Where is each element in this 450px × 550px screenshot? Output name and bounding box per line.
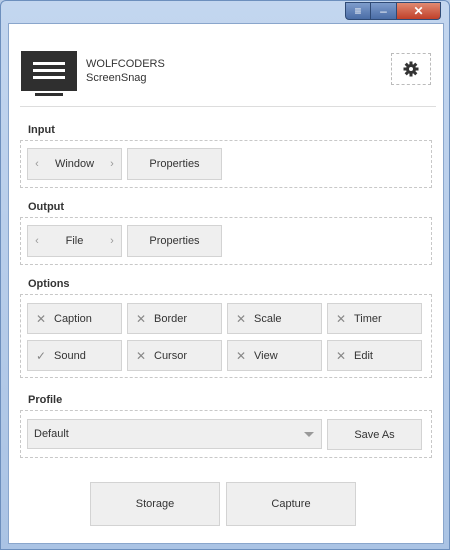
option-label: Caption <box>54 312 92 325</box>
input-properties-button[interactable]: Properties <box>127 148 222 180</box>
brand: WOLFCODERS ScreenSnag <box>86 57 165 85</box>
menu-icon[interactable]: ≡ <box>345 2 371 20</box>
app-window: ≡ – ✕ WOLFCODERS ScreenSnag Input ‹ Wind… <box>0 0 450 550</box>
option-border[interactable]: ✕ Border <box>127 303 222 334</box>
input-source-selector[interactable]: ‹ Window › <box>27 148 122 180</box>
option-view[interactable]: ✕ View <box>227 340 322 371</box>
chevron-right-icon[interactable]: › <box>105 226 119 256</box>
unchecked-x-icon: ✕ <box>136 348 147 363</box>
unchecked-x-icon: ✕ <box>236 348 247 363</box>
input-source-value: Window <box>54 158 95 170</box>
option-timer[interactable]: ✕ Timer <box>327 303 422 334</box>
capture-button[interactable]: Capture <box>226 482 356 526</box>
options-section-label: Options <box>28 278 70 290</box>
unchecked-x-icon: ✕ <box>36 311 47 326</box>
option-edit[interactable]: ✕ Edit <box>327 340 422 371</box>
output-target-value: File <box>65 235 84 247</box>
profile-dropdown[interactable]: Default <box>27 419 322 449</box>
checkmark-icon: ✓ <box>36 348 47 363</box>
unchecked-x-icon: ✕ <box>336 348 347 363</box>
option-label: Scale <box>254 312 282 325</box>
option-cursor[interactable]: ✕ Cursor <box>127 340 222 371</box>
minimize-icon[interactable]: – <box>371 2 397 20</box>
option-label: Cursor <box>154 349 188 362</box>
output-properties-button[interactable]: Properties <box>127 225 222 257</box>
gear-icon <box>403 61 419 77</box>
option-label: View <box>254 349 278 362</box>
output-section-label: Output <box>28 201 65 213</box>
unchecked-x-icon: ✕ <box>136 311 147 326</box>
option-label: Timer <box>354 312 382 325</box>
storage-button[interactable]: Storage <box>90 482 220 526</box>
settings-button[interactable] <box>391 53 431 85</box>
input-group: ‹ Window › Properties <box>20 140 432 188</box>
input-section-label: Input <box>28 124 55 136</box>
product-name: ScreenSnag <box>86 72 147 84</box>
profile-dropdown-value: Default <box>34 428 69 440</box>
monitor-icon <box>21 51 77 96</box>
chevron-right-icon[interactable]: › <box>105 149 119 179</box>
chevron-left-icon[interactable]: ‹ <box>30 226 44 256</box>
option-label: Edit <box>354 349 373 362</box>
save-as-button[interactable]: Save As <box>327 419 422 450</box>
chevron-down-icon <box>304 432 314 437</box>
close-icon[interactable]: ✕ <box>397 2 441 20</box>
chevron-left-icon[interactable]: ‹ <box>30 149 44 179</box>
options-group: ✕ Caption ✕ Border ✕ Scale ✕ Timer ✓ Sou… <box>20 294 432 378</box>
option-caption[interactable]: ✕ Caption <box>27 303 122 334</box>
unchecked-x-icon: ✕ <box>336 311 347 326</box>
profile-group: Default Save As <box>20 410 432 458</box>
client-area: WOLFCODERS ScreenSnag Input ‹ Window › P… <box>8 23 444 544</box>
output-target-selector[interactable]: ‹ File › <box>27 225 122 257</box>
profile-section-label: Profile <box>28 394 63 406</box>
option-label: Sound <box>54 349 86 362</box>
brand-name: WOLFCODERS <box>86 58 165 70</box>
header: WOLFCODERS ScreenSnag <box>20 49 431 96</box>
option-scale[interactable]: ✕ Scale <box>227 303 322 334</box>
header-divider <box>20 106 436 107</box>
option-label: Border <box>154 312 188 325</box>
unchecked-x-icon: ✕ <box>236 311 247 326</box>
output-group: ‹ File › Properties <box>20 217 432 265</box>
option-sound[interactable]: ✓ Sound <box>27 340 122 371</box>
window-caption-buttons: ≡ – ✕ <box>345 2 441 20</box>
